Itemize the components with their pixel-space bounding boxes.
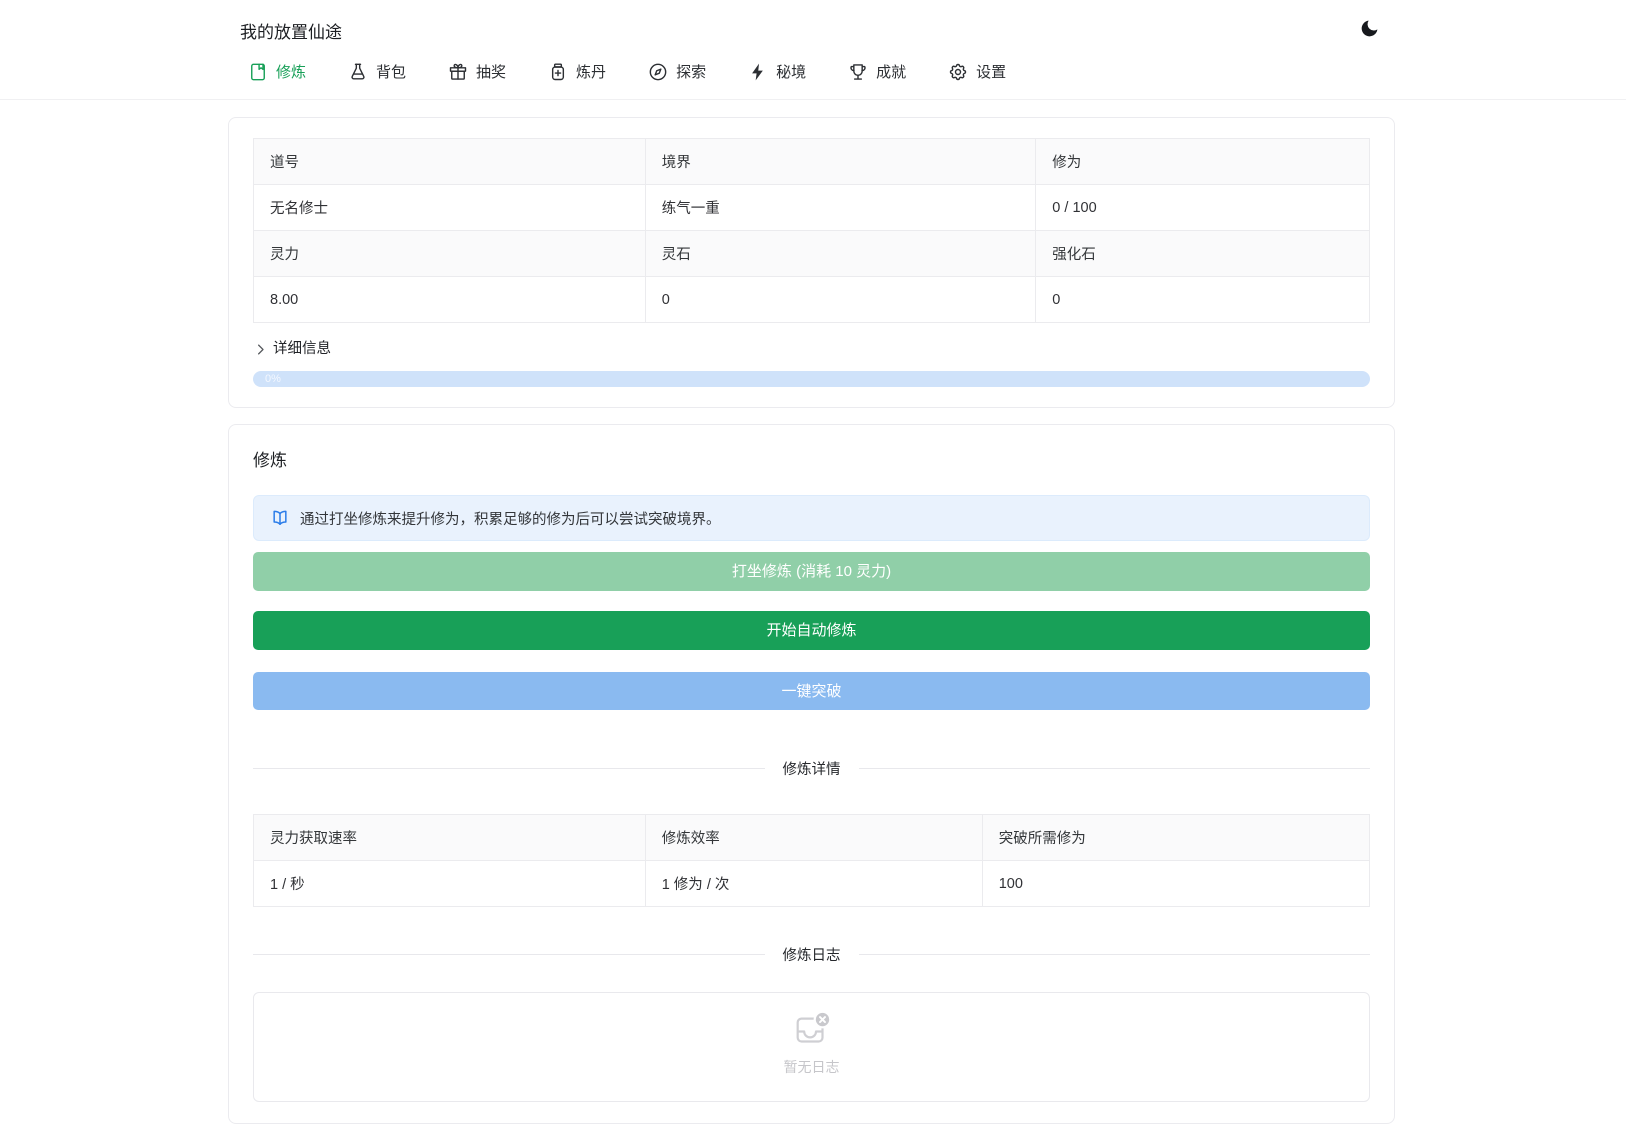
stat-header-enhance-stone: 强化石 (1035, 230, 1370, 277)
flask-icon (348, 62, 368, 82)
character-stats-card: 道号 境界 修为 无名修士 练气一重 0 / 100 灵力 灵石 强化石 8.0… (228, 117, 1395, 408)
meditate-button[interactable]: 打坐修炼 (消耗 10 灵力) (253, 552, 1370, 591)
tab-label: 抽奖 (476, 64, 507, 81)
stat-value-spirit-stone: 0 (644, 276, 1037, 323)
cultivation-details-table: 灵力获取速率 修炼效率 突破所需修为 1 / 秒 1 修为 / 次 100 (253, 814, 1371, 907)
tab-lottery[interactable]: 抽奖 (448, 61, 506, 82)
tab-label: 探索 (676, 64, 707, 81)
tab-label: 修炼 (276, 64, 307, 81)
detail-value-breakthrough-req: 100 (981, 860, 1371, 907)
tab-secret-realm[interactable]: 秘境 (748, 61, 806, 82)
progress-percent-label: 0% (265, 373, 281, 385)
trophy-icon (848, 62, 868, 82)
main-content: 道号 境界 修为 无名修士 练气一重 0 / 100 灵力 灵石 强化石 8.0… (228, 117, 1395, 1124)
table-row: 1 / 秒 1 修为 / 次 100 (253, 860, 1371, 907)
stat-value-realm: 练气一重 (644, 184, 1037, 231)
compass-icon (648, 62, 668, 82)
detail-header-breakthrough-req: 突破所需修为 (981, 814, 1371, 861)
details-toggle-label: 详细信息 (273, 341, 331, 357)
stat-header-cultivation: 修为 (1035, 138, 1370, 185)
stat-header-realm: 境界 (644, 138, 1037, 185)
detail-value-spirit-rate: 1 / 秒 (253, 860, 646, 907)
cultivation-section-title: 修炼 (253, 451, 287, 470)
cultivation-card: 修炼 通过打坐修炼来提升修为，积累足够的修为后可以尝试突破境界。 打坐修炼 (消… (228, 424, 1395, 1124)
details-toggle[interactable]: 详细信息 (253, 339, 331, 359)
cultivation-info-alert: 通过打坐修炼来提升修为，积累足够的修为后可以尝试突破境界。 (253, 495, 1370, 541)
cultivation-progress-bar: 0% (253, 371, 1370, 387)
gift-icon (448, 62, 468, 82)
tab-label: 成就 (876, 64, 907, 81)
app-header: 我的放置仙途 修炼 背包 抽奖 炼丹 探索 秘境 成就 设置 (0, 0, 1626, 100)
stat-value-spirit-power: 8.00 (253, 276, 646, 323)
chevron-right-icon (253, 342, 268, 357)
stat-value-enhance-stone: 0 (1035, 276, 1370, 323)
tab-explore[interactable]: 探索 (648, 61, 706, 82)
character-stats-table: 道号 境界 修为 无名修士 练气一重 0 / 100 灵力 灵石 强化石 8.0… (253, 138, 1370, 323)
table-row: 灵力获取速率 修炼效率 突破所需修为 (253, 814, 1371, 861)
cultivation-log-empty-state: 暂无日志 (253, 992, 1370, 1102)
empty-inbox-icon (791, 1010, 833, 1052)
moon-icon (1359, 18, 1380, 39)
tab-cultivate[interactable]: 修炼 (248, 61, 306, 82)
auto-cultivate-button[interactable]: 开始自动修炼 (253, 611, 1370, 650)
breakthrough-button[interactable]: 一键突破 (253, 672, 1370, 710)
tab-label: 背包 (376, 64, 407, 81)
table-row: 无名修士 练气一重 0 / 100 (253, 184, 1370, 231)
table-row: 灵力 灵石 强化石 (253, 230, 1370, 277)
main-nav-tabs: 修炼 背包 抽奖 炼丹 探索 秘境 成就 设置 (248, 61, 1006, 82)
stat-value-dao-name: 无名修士 (253, 184, 646, 231)
gear-icon (948, 62, 968, 82)
cultivation-details-divider: 修炼详情 (253, 756, 1370, 780)
journal-icon (248, 62, 268, 82)
detail-header-efficiency: 修炼效率 (644, 814, 983, 861)
divider-label: 修炼日志 (782, 947, 841, 964)
cultivation-log-divider: 修炼日志 (253, 942, 1370, 966)
detail-header-spirit-rate: 灵力获取速率 (253, 814, 646, 861)
tab-label: 炼丹 (576, 64, 607, 81)
tab-backpack[interactable]: 背包 (348, 61, 406, 82)
open-book-icon (270, 508, 290, 528)
stat-header-dao-name: 道号 (253, 138, 646, 185)
tab-settings[interactable]: 设置 (948, 61, 1006, 82)
lightning-icon (748, 62, 768, 82)
log-empty-text: 暂无日志 (783, 1059, 840, 1075)
tab-label: 秘境 (776, 64, 807, 81)
app-title: 我的放置仙途 (240, 23, 342, 42)
stat-value-cultivation: 0 / 100 (1035, 184, 1370, 231)
tab-achievements[interactable]: 成就 (848, 61, 906, 82)
table-row: 道号 境界 修为 (253, 138, 1370, 185)
theme-toggle-button[interactable] (1356, 15, 1382, 41)
stat-header-spirit-power: 灵力 (253, 230, 646, 277)
divider-label: 修炼详情 (782, 761, 841, 778)
tab-alchemy[interactable]: 炼丹 (548, 61, 606, 82)
cultivation-info-text: 通过打坐修炼来提升修为，积累足够的修为后可以尝试突破境界。 (300, 511, 721, 528)
table-row: 8.00 0 0 (253, 276, 1370, 323)
tab-label: 设置 (976, 64, 1007, 81)
stat-header-spirit-stone: 灵石 (644, 230, 1037, 277)
pill-bottle-icon (548, 62, 568, 82)
detail-value-efficiency: 1 修为 / 次 (644, 860, 983, 907)
